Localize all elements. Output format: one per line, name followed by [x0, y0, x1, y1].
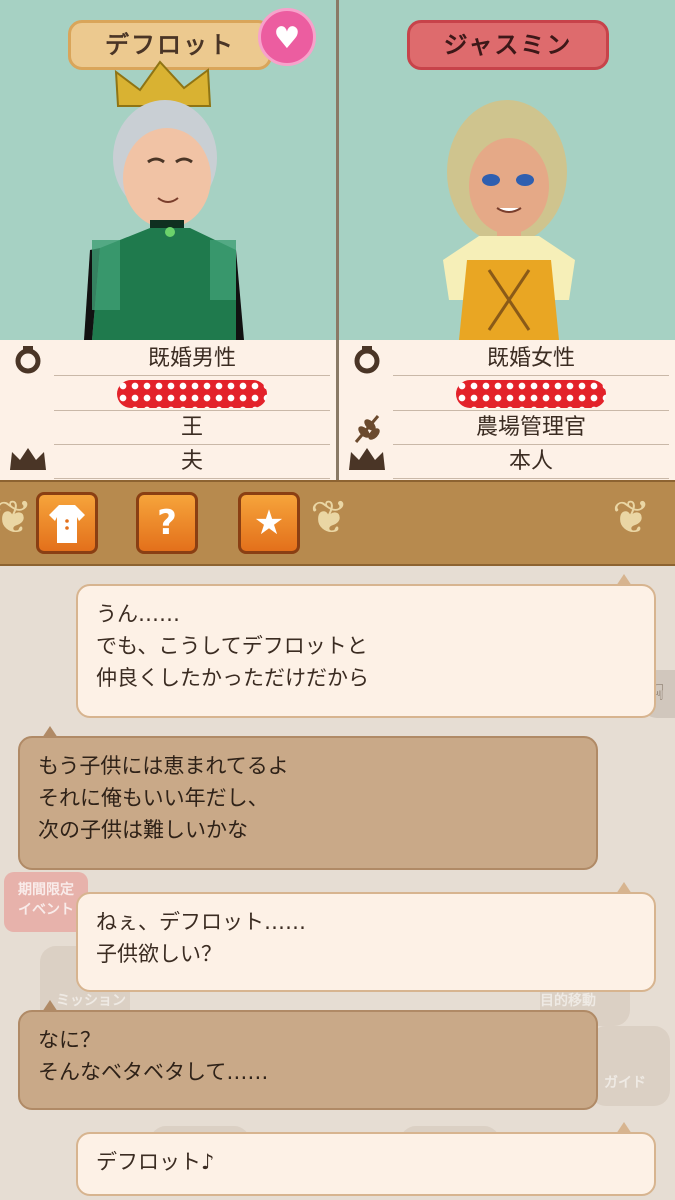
redaction-mark — [456, 380, 606, 408]
ornament-icon: ❦ — [0, 490, 33, 544]
redacted-field — [54, 377, 330, 411]
background-tile — [590, 1026, 670, 1106]
outfit-button[interactable] — [36, 492, 98, 554]
occupation: 農場管理官 — [393, 411, 669, 445]
redacted-field — [393, 377, 669, 411]
crown-icon — [8, 446, 48, 478]
crown-icon — [347, 446, 387, 478]
guide-label: ガイド — [604, 1075, 646, 1091]
chat-bubble-partner: ねぇ、デフロット…… 子供欲しい？ — [76, 892, 656, 992]
action-toolbar: ❦ ❦ ❦ ? ★ — [0, 480, 675, 566]
chat-bubble-player: もう子供には恵まれてるよ それに俺もいい年だし、 次の子供は難しいかな — [18, 736, 598, 870]
ornament-icon: ❦ — [612, 490, 651, 544]
character-info-right: 既婚女性 農場管理官 本人 — [339, 340, 675, 480]
character-panel-right: ジャスミン — [339, 0, 675, 340]
mission-label: ミッション — [56, 993, 126, 1009]
chat-bubble-player: なに？ そんなベタベタして…… — [18, 1010, 598, 1110]
question-icon: ? — [157, 503, 177, 543]
marital-status: 既婚女性 — [393, 342, 669, 376]
redaction-mark — [117, 380, 267, 408]
star-icon: ★ — [253, 503, 285, 543]
chat-bubble-partner: デフロット♪ — [76, 1132, 656, 1196]
character-panel-left: デフロット ♥ — [0, 0, 337, 340]
favorite-button[interactable]: ★ — [238, 492, 300, 554]
occupation: 王 — [54, 411, 330, 445]
outfit-icon — [49, 505, 85, 543]
marital-status: 既婚男性 — [54, 342, 330, 376]
character-info-left: 既婚男性 王 夫 — [0, 340, 336, 480]
ring-icon — [347, 344, 387, 376]
destination-label: 目的移動 — [540, 993, 596, 1009]
relationship: 本人 — [393, 445, 669, 479]
female-character-portrait — [443, 100, 575, 340]
chat-log[interactable]: 期間限定 イベント ミッション 目的移動 ガイド ☟ うん…… でも、こうしてデ… — [0, 566, 675, 1200]
relationship: 夫 — [54, 445, 330, 479]
ring-icon — [8, 344, 48, 376]
wheat-icon — [347, 412, 387, 444]
chat-bubble-partner: うん…… でも、こうしてデフロットと 仲良くしたかっただけだから — [76, 584, 656, 718]
male-character-portrait — [84, 60, 244, 340]
help-button[interactable]: ? — [136, 492, 198, 554]
ornament-icon: ❦ — [310, 490, 349, 544]
